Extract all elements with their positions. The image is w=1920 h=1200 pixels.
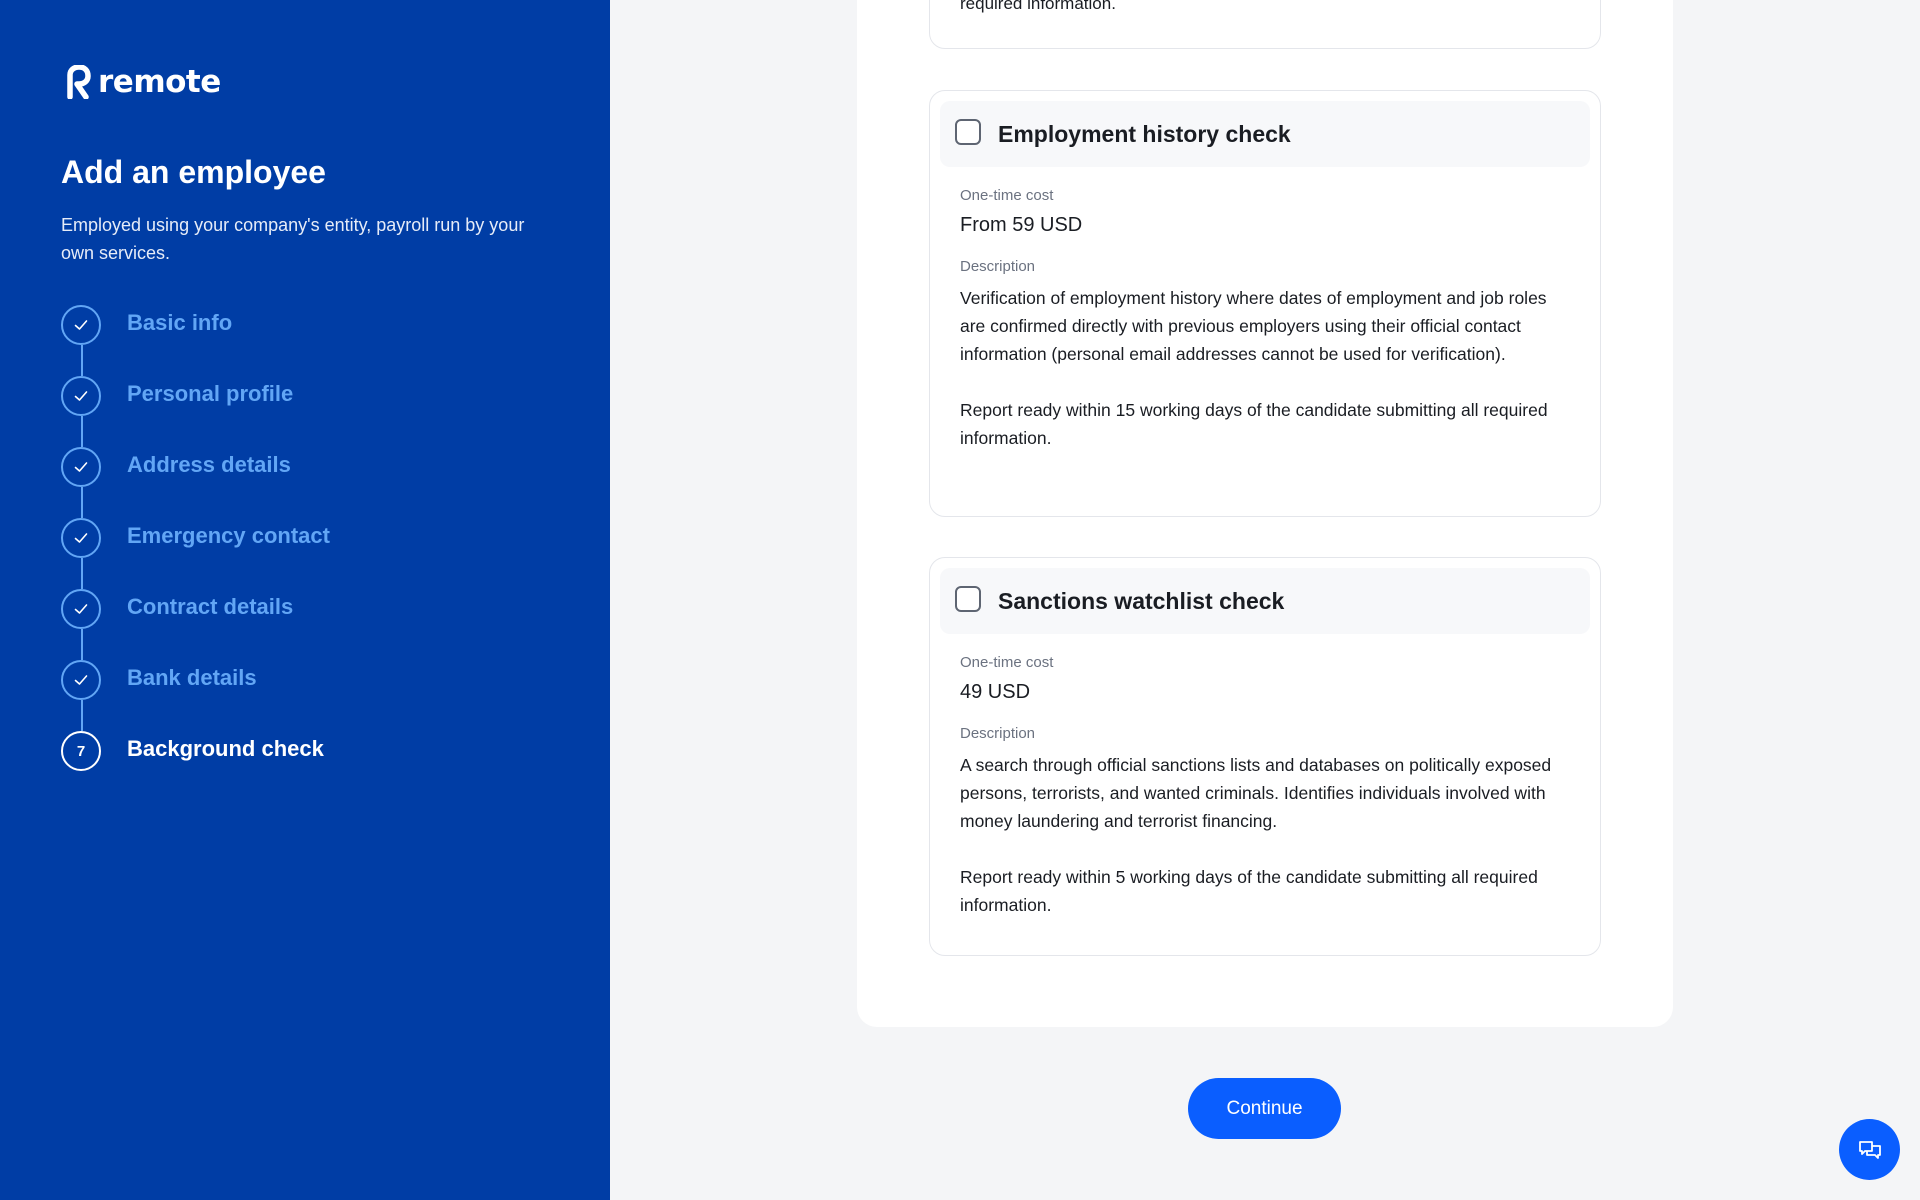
check-card-sanctions-watchlist: Sanctions watchlist check One-time cost … [929, 557, 1601, 956]
remote-logo-mark-icon [67, 65, 91, 99]
description-label: Description [960, 725, 1036, 742]
employment-history-checkbox[interactable] [955, 119, 981, 145]
step-number: 7 [76, 742, 86, 760]
step-connector [81, 487, 83, 518]
description-paragraph: Report ready within 5 working days of th… [960, 867, 1538, 915]
previous-check-card: required information. [929, 0, 1601, 49]
description-paragraph: Verification of employment history where… [960, 288, 1547, 364]
step-status-circle [61, 447, 101, 487]
step-label: Background check [127, 736, 324, 761]
check-card-employment-history: Employment history check One-time cost F… [929, 90, 1601, 517]
description-paragraph: A search through official sanctions list… [960, 755, 1552, 831]
step-status-circle [61, 305, 101, 345]
chat-icon [1858, 1140, 1881, 1159]
step-status-circle [61, 376, 101, 416]
step-connector [81, 416, 83, 447]
step-connector [81, 629, 83, 660]
check-card-body: One-time cost From 59 USD Description Ve… [930, 167, 1600, 482]
cost-label: One-time cost [960, 654, 1054, 671]
remote-logo[interactable]: remote [66, 64, 221, 100]
check-icon [74, 675, 88, 685]
step-connector [81, 700, 83, 731]
sidebar: remote Add an employee Employed using yo… [0, 0, 610, 1200]
description: A search through official sanctions list… [960, 751, 1570, 919]
check-card-body: One-time cost 49 USD Description A searc… [930, 634, 1600, 949]
step-contract-details[interactable]: Contract details [61, 589, 330, 660]
step-status-circle [61, 518, 101, 558]
description-label: Description [960, 258, 1036, 275]
step-label: Address details [127, 452, 291, 477]
stepper: Basic info Personal profile Address deta… [61, 305, 330, 802]
step-label: Emergency contact [127, 523, 330, 548]
check-card-header[interactable]: Employment history check [940, 101, 1590, 167]
step-address-details[interactable]: Address details [61, 447, 330, 518]
check-icon [74, 462, 88, 472]
step-status-circle [61, 660, 101, 700]
check-title: Employment history check [998, 120, 1291, 147]
step-label: Basic info [127, 310, 233, 335]
cost-value: 49 USD [960, 681, 1031, 703]
step-number-circle: 7 [61, 731, 101, 771]
logo-text: remote [98, 64, 221, 100]
step-label: Contract details [127, 594, 294, 619]
page-title: Add an employee [61, 154, 326, 190]
step-label: Bank details [127, 665, 257, 690]
check-icon [74, 391, 88, 401]
check-icon [74, 604, 88, 614]
check-card-header[interactable]: Sanctions watchlist check [940, 568, 1590, 634]
cost-value: From 59 USD [960, 214, 1083, 236]
step-personal-profile[interactable]: Personal profile [61, 376, 330, 447]
step-emergency-contact[interactable]: Emergency contact [61, 518, 330, 589]
step-status-circle [61, 589, 101, 629]
previous-card-text: required information. [960, 0, 1116, 13]
step-bank-details[interactable]: Bank details [61, 660, 330, 731]
step-connector [81, 345, 83, 376]
chat-button[interactable] [1839, 1119, 1900, 1180]
description-paragraph: Report ready within 15 working days of t… [960, 400, 1548, 448]
check-icon [74, 320, 88, 330]
check-title: Sanctions watchlist check [998, 587, 1285, 614]
sanctions-watchlist-checkbox[interactable] [955, 586, 981, 612]
step-background-check[interactable]: 7 Background check [61, 731, 330, 802]
step-connector [81, 558, 83, 589]
step-basic-info[interactable]: Basic info [61, 305, 330, 376]
step-label: Personal profile [127, 381, 294, 406]
description: Verification of employment history where… [960, 284, 1570, 452]
check-icon [74, 533, 88, 543]
page-subtitle: Employed using your company's entity, pa… [61, 215, 525, 263]
continue-button[interactable]: Continue [1188, 1078, 1341, 1139]
cost-label: One-time cost [960, 187, 1054, 204]
